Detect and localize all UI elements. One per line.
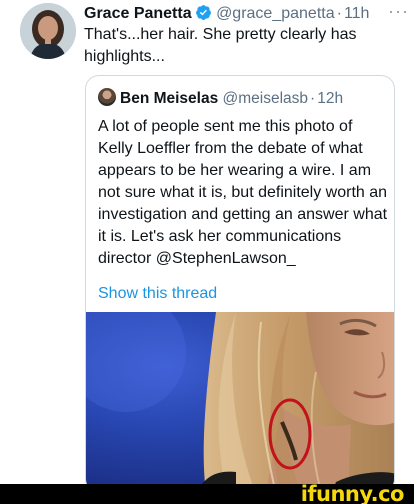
quoted-author-handle[interactable]: @meiselasb	[223, 90, 309, 107]
more-horizontal-icon[interactable]: ···	[388, 1, 409, 22]
quoted-tweet[interactable]: Ben Meiselas @meiselasb · 12h A lot of peo…	[85, 75, 395, 493]
watermark-logo: ifunny.co	[300, 482, 405, 504]
quoted-tweet-photo[interactable]	[86, 312, 394, 492]
separator-dot: ·	[336, 5, 342, 22]
tweet[interactable]: Grace Panetta @grace_panetta · 11h ··· Tha…	[0, 0, 414, 493]
quoted-tweet-header: Ben Meiselas @meiselasb · 12h	[98, 88, 343, 109]
tweet-text: That's...her hair. She pretty clearly ha…	[84, 26, 357, 65]
quoted-author-avatar[interactable]	[98, 88, 116, 106]
tweet-timestamp[interactable]: 11h	[344, 5, 370, 22]
quoted-author-name[interactable]: Ben Meiselas	[120, 90, 218, 107]
watermark-bar: ifunny.co	[0, 482, 414, 504]
author-handle[interactable]: @grace_panetta	[216, 5, 335, 22]
author-avatar[interactable]	[20, 3, 76, 59]
separator-dot: ·	[310, 90, 316, 107]
author-name[interactable]: Grace Panetta	[84, 5, 192, 22]
quoted-tweet-text: A lot of people sent me this photo of Ke…	[98, 118, 388, 267]
show-thread-link[interactable]: Show this thread	[98, 283, 217, 305]
quoted-tweet-timestamp[interactable]: 12h	[317, 90, 343, 107]
